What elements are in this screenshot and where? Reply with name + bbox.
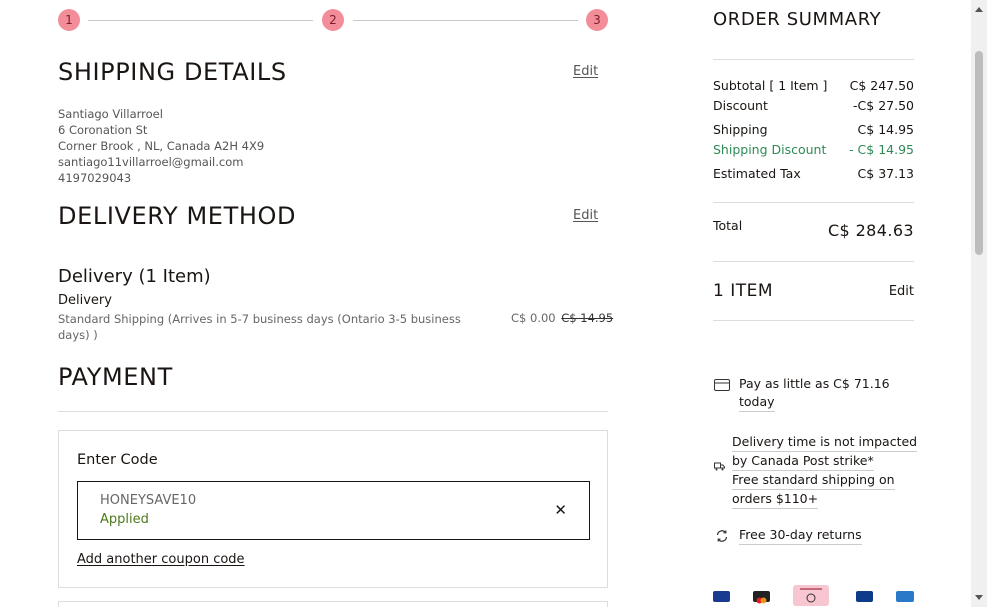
step-3-badge[interactable]: 3	[586, 9, 608, 31]
delivery-price: C$ 0.00 C$ 14.95	[511, 311, 613, 325]
delivery-subtitle: Delivery	[58, 293, 112, 308]
summary-value: C$ 14.95	[857, 122, 914, 137]
payment-methods	[713, 585, 914, 606]
items-header: 1 ITEM Edit	[713, 281, 914, 301]
total-value: C$ 284.63	[827, 221, 914, 240]
promo-line: orders $110+	[732, 490, 819, 509]
page-scrollbar[interactable]	[971, 0, 987, 607]
order-summary-heading: ORDER SUMMARY	[713, 9, 882, 30]
pay-by-installment-icon	[793, 585, 829, 606]
credit-card-icon	[713, 376, 731, 394]
shipping-address: Santiago Villarroel 6 Coronation St Corn…	[58, 106, 264, 186]
items-count-label: 1 ITEM	[713, 281, 774, 301]
summary-row-shipping: Shipping C$ 14.95	[713, 122, 914, 137]
coupon-code: HONEYSAVE10	[100, 493, 197, 508]
delivery-price-original: C$ 14.95	[561, 311, 614, 325]
delivery-edit-link[interactable]: Edit	[573, 208, 598, 223]
installment-promo[interactable]: Pay as little as C$ 71.16 today	[713, 375, 890, 412]
summary-row-subtotal: Subtotal [ 1 Item ] C$ 247.50	[713, 78, 914, 93]
delivery-method-heading: DELIVERY METHOD	[58, 202, 297, 230]
delivery-promo[interactable]: Delivery time is not impacted by Canada …	[713, 433, 918, 509]
step-connector	[353, 20, 578, 21]
divider	[713, 59, 914, 60]
divider	[713, 261, 914, 262]
add-coupon-link[interactable]: Add another coupon code	[77, 552, 245, 567]
summary-label: Subtotal [ 1 Item ]	[713, 78, 828, 93]
remove-coupon-close-icon[interactable]: ✕	[554, 501, 567, 519]
address-email: santiago11villarroel@gmail.com	[58, 155, 244, 169]
delivery-promo-text: Delivery time is not impacted by Canada …	[732, 433, 918, 509]
installment-text: Pay as little as C$ 71.16 today	[739, 375, 890, 412]
payment-heading: PAYMENT	[58, 363, 173, 391]
shipping-details-heading: SHIPPING DETAILS	[58, 58, 287, 86]
total-label: Total	[713, 218, 743, 233]
summary-value: -C$ 27.50	[853, 98, 914, 113]
scroll-up-icon[interactable]	[975, 7, 983, 12]
scroll-down-icon[interactable]	[975, 595, 983, 600]
summary-total: Total C$ 284.63	[713, 218, 914, 240]
summary-value: C$ 247.50	[849, 78, 914, 93]
address-phone: 4197029043	[58, 171, 132, 185]
applied-coupon-field[interactable]: HONEYSAVE10 Applied ✕	[77, 481, 590, 540]
summary-label: Discount	[713, 98, 768, 113]
delivery-group-title: Delivery (1 Item)	[58, 266, 211, 287]
address-street: 6 Coronation St	[58, 123, 148, 137]
items-edit-link[interactable]: Edit	[889, 284, 914, 299]
promo-line: Free 30-day returns	[739, 526, 862, 545]
truck-icon	[713, 457, 725, 475]
summary-row-estimated-tax: Estimated Tax C$ 37.13	[713, 166, 914, 181]
step-connector	[88, 20, 313, 21]
summary-label: Shipping	[713, 122, 768, 137]
summary-value: - C$ 14.95	[849, 142, 914, 157]
address-city: Corner Brook , NL, Canada A2H 4X9	[58, 139, 265, 153]
promo-line: Delivery time is not impacted	[732, 433, 918, 452]
next-payment-panel	[58, 601, 608, 607]
summary-label: Shipping Discount	[713, 142, 827, 157]
returns-promo[interactable]: Free 30-day returns	[713, 526, 862, 545]
promo-line: today	[739, 393, 775, 412]
amex-icon	[896, 591, 914, 602]
divider	[58, 411, 608, 412]
scrollbar-thumb[interactable]	[975, 51, 983, 255]
visa-icon	[713, 591, 730, 602]
summary-value: C$ 37.13	[857, 166, 914, 181]
step-1-badge[interactable]: 1	[58, 9, 80, 31]
coupon-label: Enter Code	[77, 452, 158, 468]
step-2-badge[interactable]: 2	[322, 9, 344, 31]
summary-label: Estimated Tax	[713, 166, 801, 181]
promo-line: by Canada Post strike*	[732, 452, 874, 471]
refresh-icon	[713, 527, 731, 545]
delivery-price-current: C$ 0.00	[511, 311, 556, 325]
summary-row-shipping-discount: Shipping Discount - C$ 14.95	[713, 142, 914, 157]
paypal-icon	[856, 591, 873, 602]
returns-text: Free 30-day returns	[739, 526, 862, 545]
divider	[713, 202, 914, 203]
delivery-description: Standard Shipping (Arrives in 5-7 busine…	[58, 312, 461, 342]
address-name: Santiago Villarroel	[58, 107, 163, 121]
promo-line: Pay as little as C$ 71.16	[739, 376, 890, 391]
promo-line: Free standard shipping on	[732, 471, 895, 490]
shipping-edit-link[interactable]: Edit	[573, 64, 598, 79]
coupon-panel: Enter Code HONEYSAVE10 Applied ✕ Add ano…	[58, 430, 608, 588]
coupon-applied-status: Applied	[100, 512, 149, 527]
checkout-stepper: 1 2 3	[58, 9, 608, 31]
summary-row-discount: Discount -C$ 27.50	[713, 98, 914, 113]
divider	[713, 320, 914, 321]
mastercard-icon	[753, 591, 770, 604]
